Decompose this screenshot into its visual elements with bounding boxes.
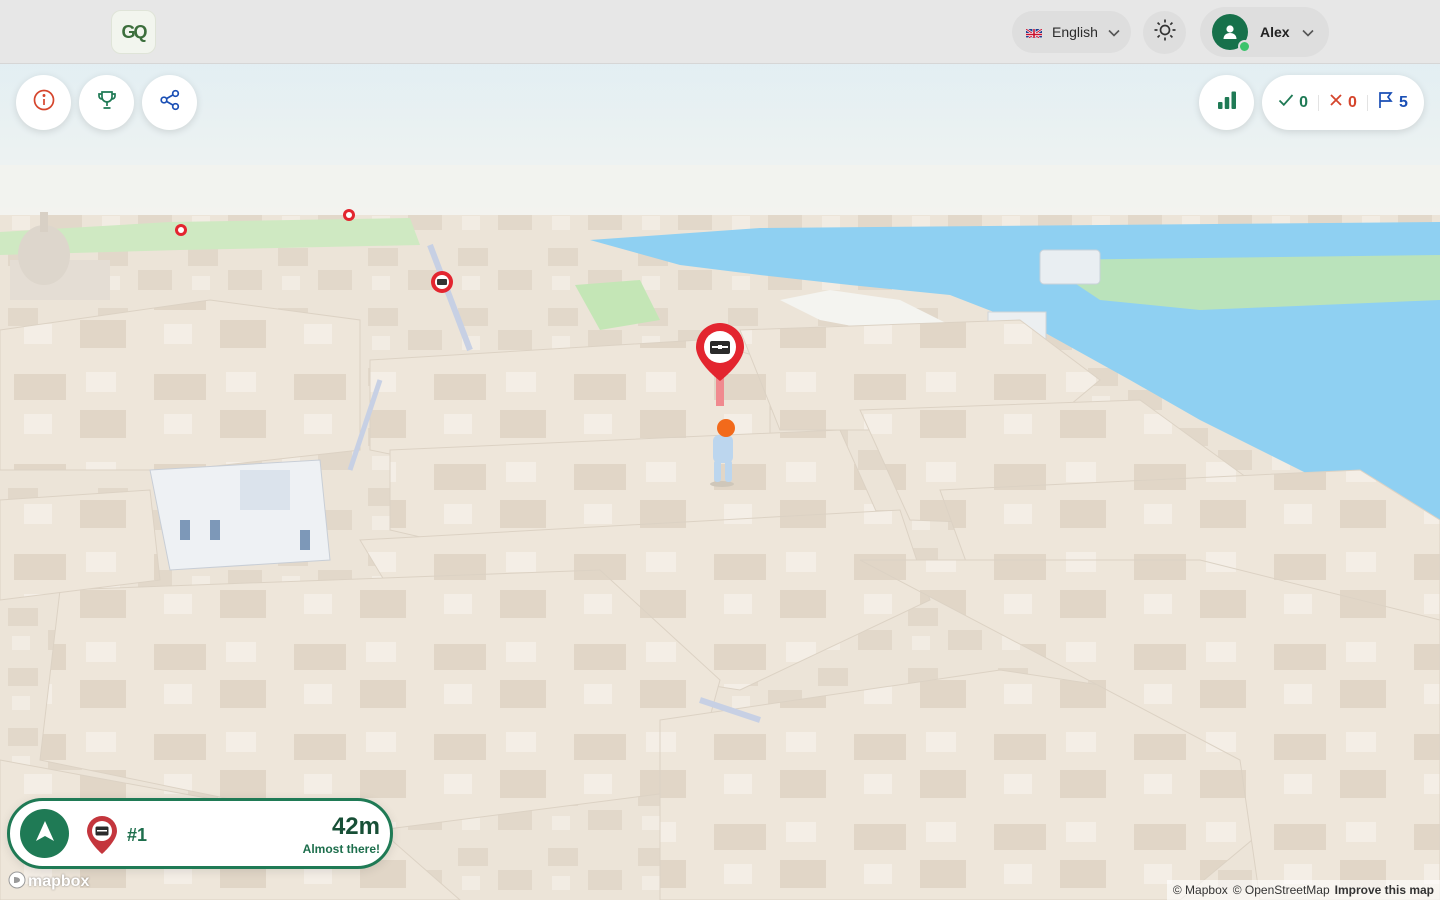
distance-status: Almost there! <box>302 842 380 856</box>
uk-flag-icon <box>1026 27 1042 38</box>
theme-toggle-button[interactable] <box>1143 11 1186 54</box>
user-name: Alex <box>1260 24 1290 40</box>
avatar <box>1212 14 1251 53</box>
map-canvas[interactable] <box>0 0 1440 900</box>
wrong-count: 0 <box>1329 93 1357 112</box>
distant-marker[interactable] <box>343 209 355 221</box>
columned-building <box>149 459 331 571</box>
map-3d-view[interactable] <box>0 0 1440 900</box>
stadium-building <box>1039 249 1101 285</box>
chevron-down-icon <box>1302 24 1314 40</box>
target-number: #1 <box>127 825 148 845</box>
flags-count: 5 <box>1378 91 1408 114</box>
distant-marker[interactable] <box>175 224 187 236</box>
mapbox-icon <box>8 871 26 894</box>
correct-count: 0 <box>1278 93 1308 112</box>
trophy-icon <box>95 88 119 117</box>
cross-icon <box>1329 93 1343 112</box>
nearby-marker[interactable] <box>431 271 453 293</box>
sun-icon <box>1153 18 1177 47</box>
check-icon <box>1278 93 1294 112</box>
mapbox-attribution-link[interactable]: © Mapbox <box>1173 883 1228 897</box>
map-attribution: © Mapbox © OpenStreetMap Improve this ma… <box>1166 880 1440 900</box>
online-status-dot <box>1238 40 1251 53</box>
share-icon <box>158 88 182 117</box>
user-menu[interactable]: Alex <box>1200 7 1329 57</box>
flags-value: 5 <box>1398 93 1408 111</box>
language-label: English <box>1052 24 1098 40</box>
navigation-card[interactable]: #1 42m Almost there! <box>7 798 393 869</box>
osm-attribution-link[interactable]: © OpenStreetMap <box>1233 883 1330 897</box>
navigation-arrow-icon <box>34 819 56 848</box>
user-icon <box>1223 25 1237 39</box>
chevron-down-icon <box>1108 24 1120 40</box>
improve-map-link[interactable]: Improve this map <box>1335 883 1434 897</box>
top-bar: GQ English Alex <box>0 0 1440 64</box>
wrong-value: 0 <box>1348 93 1357 111</box>
divider <box>1366 94 1368 111</box>
flag-icon <box>1378 91 1394 114</box>
leaderboard-button[interactable] <box>79 75 134 130</box>
bar-chart-icon <box>1215 88 1239 117</box>
correct-value: 0 <box>1299 93 1309 111</box>
mapbox-logo[interactable]: mapbox <box>8 871 90 894</box>
info-button[interactable] <box>16 75 71 130</box>
language-selector[interactable]: English <box>1012 11 1131 53</box>
compass-logo[interactable]: GQ <box>111 10 156 54</box>
divider <box>1318 94 1320 111</box>
share-button[interactable] <box>142 75 197 130</box>
navigate-button[interactable] <box>20 809 69 858</box>
treasure-pin-icon <box>86 815 118 855</box>
logo-text: GQ <box>121 21 147 42</box>
distance-value: 42m <box>331 813 380 840</box>
info-icon <box>32 88 56 117</box>
mapbox-wordmark: mapbox <box>28 873 90 890</box>
stats-button[interactable] <box>1199 75 1254 130</box>
score-panel: 0 0 5 <box>1262 75 1424 130</box>
